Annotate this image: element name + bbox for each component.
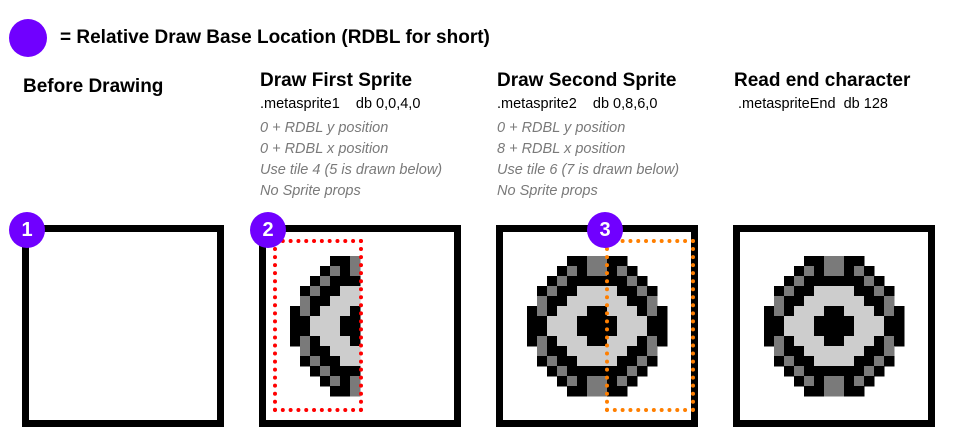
- column-title-second: Draw Second Sprite: [497, 70, 677, 91]
- note-second-y: 0 + RDBL y position: [497, 120, 626, 136]
- note-second-x: 8 + RDBL x position: [497, 141, 626, 157]
- column-title-end: Read end character: [734, 70, 911, 91]
- code-metasprite-end: .metaspriteEnd db 128: [734, 96, 888, 112]
- note-first-tile: Use tile 4 (5 is drawn below): [260, 162, 443, 178]
- note-first-props: No Sprite props: [260, 183, 361, 199]
- first-sprite-bounding-box: [273, 239, 363, 412]
- note-first-x: 0 + RDBL x position: [260, 141, 389, 157]
- legend-text: = Relative Draw Base Location (RDBL for …: [60, 27, 490, 48]
- rdbl-badge-2: 2: [250, 212, 286, 248]
- second-sprite-bounding-box: [605, 239, 695, 412]
- code-metasprite2: .metasprite2 db 0,8,6,0: [497, 96, 658, 112]
- column-title-before: Before Drawing: [23, 76, 164, 97]
- note-second-props: No Sprite props: [497, 183, 598, 199]
- note-second-tile: Use tile 6 (7 is drawn below): [497, 162, 680, 178]
- rdbl-badge-3: 3: [587, 212, 623, 248]
- note-first-y: 0 + RDBL y position: [260, 120, 389, 136]
- code-metasprite1: .metasprite1 db 0,0,4,0: [260, 96, 421, 112]
- rdbl-legend-marker: [9, 19, 47, 57]
- frame-before: [22, 225, 224, 427]
- column-title-first: Draw First Sprite: [260, 70, 413, 91]
- full-sprite-final: [764, 256, 905, 397]
- rdbl-badge-1: 1: [9, 212, 45, 248]
